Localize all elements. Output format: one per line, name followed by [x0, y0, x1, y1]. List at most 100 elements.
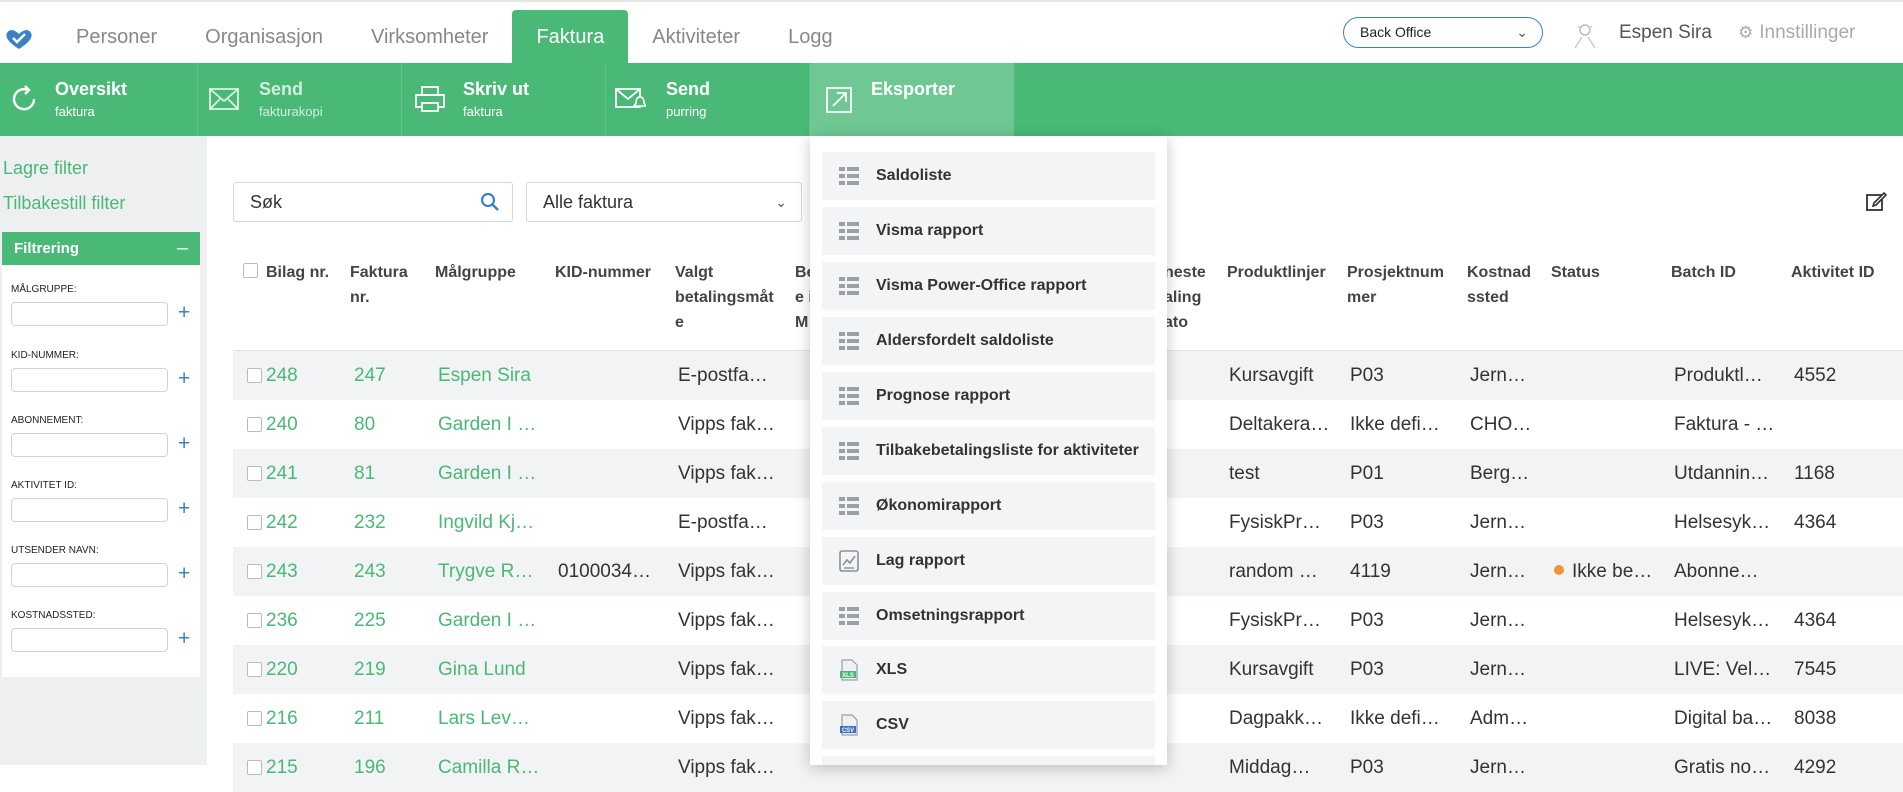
row-checkbox[interactable]	[247, 564, 262, 579]
row-checkbox[interactable]	[247, 662, 262, 677]
export-option-csv[interactable]: CSV CSV	[822, 701, 1155, 749]
add-filter-icon[interactable]: +	[178, 301, 190, 325]
export-option-xls[interactable]: XLS XLS	[822, 646, 1155, 694]
nav-tab-faktura[interactable]: Faktura	[512, 10, 629, 65]
export-option-tilbakebetalingsliste-for-aktiviteter[interactable]: Tilbakebetalingsliste for aktiviteter	[822, 427, 1155, 475]
nav-tab-personer[interactable]: Personer	[52, 10, 181, 65]
cell-bilag[interactable]: 220	[266, 645, 346, 694]
export-option-visma-rapport[interactable]: Visma rapport	[822, 207, 1155, 255]
invoice-filter-select[interactable]: Alle faktura ⌄	[526, 182, 802, 222]
row-checkbox[interactable]	[247, 466, 262, 481]
row-checkbox[interactable]	[247, 417, 262, 432]
col-header-faktura[interactable]: Faktura nr.	[350, 260, 408, 310]
cell-malgruppe[interactable]: Garden I …	[438, 400, 550, 449]
cell-faktura[interactable]: 219	[354, 645, 434, 694]
nav-tab-aktiviteter[interactable]: Aktiviteter	[628, 10, 764, 65]
add-filter-icon[interactable]: +	[178, 367, 190, 391]
col-header-betaling[interactable]: Valgt betalingsmåt e	[675, 260, 774, 335]
col-header-produkt[interactable]: Produktlinjer	[1227, 260, 1326, 285]
filter-input-abonnement[interactable]	[11, 433, 168, 457]
add-filter-icon[interactable]: +	[178, 627, 190, 651]
cell-bilag[interactable]: 240	[266, 400, 346, 449]
export-option-saldoliste[interactable]: Saldoliste	[822, 152, 1155, 200]
add-filter-icon[interactable]: +	[178, 432, 190, 456]
add-filter-icon[interactable]: +	[178, 497, 190, 521]
filter-input-malgruppe[interactable]	[11, 302, 168, 326]
cell-faktura[interactable]: 225	[354, 596, 434, 645]
action-eksporter[interactable]: Eksporter	[810, 63, 1014, 136]
app-logo-icon[interactable]	[4, 27, 34, 51]
cell-faktura[interactable]: 243	[354, 547, 434, 596]
export-option-lag-rapport[interactable]: Lag rapport	[822, 537, 1155, 585]
export-option-visma-power-office-rapport[interactable]: Visma Power-Office rapport	[822, 262, 1155, 310]
filter-panel-header[interactable]: Filtrering –	[2, 232, 200, 265]
cell-malgruppe[interactable]: Camilla R…	[438, 743, 550, 792]
nav-tab-logg[interactable]: Logg	[764, 10, 857, 65]
cell-faktura[interactable]: 211	[354, 694, 434, 743]
collapse-icon[interactable]: –	[177, 232, 188, 265]
filter-input-utsender-navn[interactable]	[11, 563, 168, 587]
row-checkbox[interactable]	[247, 760, 262, 775]
col-header-kostnad[interactable]: Kostnad ssted	[1467, 260, 1531, 310]
cell-malgruppe[interactable]: Lars Lev…	[438, 694, 550, 743]
filter-input-kid[interactable]	[11, 368, 168, 392]
filter-input-aktivitet-id[interactable]	[11, 498, 168, 522]
cell-malgruppe[interactable]: Trygve R…	[438, 547, 550, 596]
nav-tab-organisasjon[interactable]: Organisasjon	[181, 10, 347, 65]
export-option-økonomirapport[interactable]: Økonomirapport	[822, 482, 1155, 530]
col-header-batch[interactable]: Batch ID	[1671, 260, 1736, 285]
row-checkbox[interactable]	[247, 613, 262, 628]
select-all-checkbox[interactable]	[243, 263, 258, 278]
office-select[interactable]: Back Office ⌄	[1343, 17, 1543, 48]
cell-faktura[interactable]: 81	[354, 449, 434, 498]
cell-malgruppe[interactable]: Garden I …	[438, 596, 550, 645]
cell-faktura[interactable]: 247	[354, 351, 434, 400]
cell-faktura[interactable]: 80	[354, 400, 434, 449]
cell-bilag[interactable]: 216	[266, 694, 346, 743]
cell-bilag[interactable]: 241	[266, 449, 346, 498]
export-option-aldersfordelt-saldoliste[interactable]: Aldersfordelt saldoliste	[822, 317, 1155, 365]
col-header-aktivitet[interactable]: Aktivitet ID	[1791, 260, 1875, 285]
cell-bilag[interactable]: 243	[266, 547, 346, 596]
cell-bilag[interactable]: 236	[266, 596, 346, 645]
col-header-malgruppe[interactable]: Målgruppe	[435, 260, 516, 285]
add-filter-icon[interactable]: +	[178, 562, 190, 586]
cell-malgruppe[interactable]: Garden I …	[438, 449, 550, 498]
export-option-omsetningsrapport[interactable]: Omsetningsrapport	[822, 592, 1155, 640]
user-avatar-icon[interactable]	[1570, 20, 1600, 50]
nav-tab-virksomheter[interactable]: Virksomheter	[347, 10, 512, 65]
action-send-purring[interactable]: Send purring	[606, 63, 810, 136]
cell-faktura[interactable]: 232	[354, 498, 434, 547]
cell-betaling: E-postfa…	[678, 365, 768, 386]
search-icon[interactable]	[480, 192, 500, 212]
row-checkbox[interactable]	[247, 515, 262, 530]
cell-malgruppe[interactable]: Espen Sira	[438, 351, 550, 400]
cell-bilag[interactable]: 242	[266, 498, 346, 547]
action-skriv-ut-faktura[interactable]: Skriv ut faktura	[402, 63, 606, 136]
header-line: nr.	[350, 289, 370, 306]
cell-faktura[interactable]: 196	[354, 743, 434, 792]
row-checkbox[interactable]	[247, 711, 262, 726]
cell-malgruppe[interactable]: Gina Lund	[438, 645, 550, 694]
export-option-label: XLS	[876, 661, 908, 678]
col-header-kid[interactable]: KID-nummer	[555, 260, 651, 285]
user-name[interactable]: Espen Sira	[1619, 22, 1712, 44]
export-option-label: CSV	[876, 716, 909, 733]
action-send-fakturakopi[interactable]: Send fakturakopi	[198, 63, 402, 136]
cell-malgruppe[interactable]: Ingvild Kj…	[438, 498, 550, 547]
filter-input-kostnadssted[interactable]	[11, 628, 168, 652]
col-header-neste[interactable]: neste aling ato	[1164, 260, 1206, 335]
settings-link[interactable]: ⚙ Innstillinger	[1738, 22, 1855, 44]
row-checkbox[interactable]	[247, 368, 262, 383]
cell-bilag[interactable]: 215	[266, 743, 346, 792]
reset-filter-link[interactable]: Tilbakestill filter	[3, 193, 125, 214]
action-oversikt-faktura[interactable]: Oversikt faktura	[0, 63, 198, 136]
export-option-prognose-rapport[interactable]: Prognose rapport	[822, 372, 1155, 420]
col-header-status[interactable]: Status	[1551, 260, 1600, 285]
search-input[interactable]: Søk	[233, 182, 513, 222]
save-filter-link[interactable]: Lagre filter	[3, 158, 88, 179]
col-header-bilag[interactable]: Bilag nr.	[266, 260, 329, 285]
col-header-prosjekt[interactable]: Prosjektnum mer	[1347, 260, 1444, 310]
edit-columns-icon[interactable]	[1865, 190, 1887, 212]
cell-bilag[interactable]: 248	[266, 351, 346, 400]
